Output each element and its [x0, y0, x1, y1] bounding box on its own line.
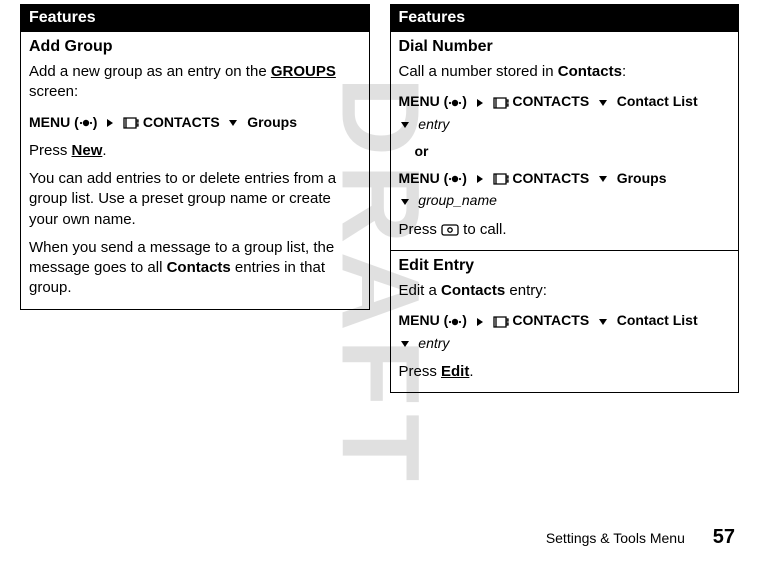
add-group-intro-suffix: screen: — [29, 83, 78, 100]
press-prefix: Press — [399, 363, 442, 380]
edit-entry-section: Edit Entry Edit a Contacts entry: MENU (… — [391, 250, 739, 392]
contacts-label: CONTACTS — [512, 93, 589, 109]
footer-section: Settings & Tools Menu — [546, 530, 685, 546]
edit-menu-path: MENU () CONTACTS Contact List entry — [399, 309, 731, 354]
arrow-down-icon — [599, 100, 607, 106]
arrow-down-icon — [401, 199, 409, 205]
arrow-right-icon — [477, 99, 483, 107]
contacts-book-icon — [493, 96, 509, 110]
dial-number-section: Dial Number Call a number stored in Cont… — [391, 31, 739, 250]
entry-label: entry — [418, 116, 449, 132]
dial-number-intro: Call a number stored in Contacts: — [399, 62, 731, 82]
left-feature-box: Features Add Group Add a new group as an… — [20, 4, 370, 310]
content-columns: Features Add Group Add a new group as an… — [0, 0, 759, 393]
edit-entry-title: Edit Entry — [399, 257, 731, 275]
add-group-press: Press New. — [29, 141, 361, 161]
contacts-book-icon — [493, 315, 509, 329]
arrow-down-icon — [401, 122, 409, 128]
contacts-label: CONTACTS — [143, 114, 220, 130]
press-suffix: to call. — [459, 221, 507, 238]
edit-intro-bold: Contacts — [441, 282, 505, 299]
add-group-intro-prefix: Add a new group as an entry on the — [29, 63, 271, 80]
press-prefix: Press — [29, 142, 72, 159]
arrow-down-icon — [229, 120, 237, 126]
right-column: Features Dial Number Call a number store… — [390, 4, 740, 393]
contact-list-label: Contact List — [617, 312, 698, 328]
menu-label: MENU — [399, 93, 440, 109]
center-key-icon — [79, 116, 93, 130]
dial-menu-path-2: MENU () CONTACTS Groups group_name — [399, 167, 731, 212]
body2-bold: Contacts — [167, 259, 231, 276]
arrow-right-icon — [477, 318, 483, 326]
menu-label: MENU — [399, 170, 440, 186]
edit-press-line: Press Edit. — [399, 362, 731, 382]
contact-list-label: Contact List — [617, 93, 698, 109]
add-group-title: Add Group — [29, 38, 361, 56]
entry-label: entry — [418, 335, 449, 351]
menu-label: MENU — [29, 114, 70, 130]
contacts-label: CONTACTS — [512, 312, 589, 328]
add-group-body2: When you send a message to a group list,… — [29, 238, 361, 299]
features-header-left: Features — [21, 5, 369, 31]
center-key-icon — [448, 172, 462, 186]
dial-menu-path-1: MENU () CONTACTS Contact List entry — [399, 90, 731, 135]
contacts-label: CONTACTS — [512, 170, 589, 186]
groups-label: Groups — [617, 170, 667, 186]
or-label: or — [399, 143, 731, 159]
footer-page-number: 57 — [713, 526, 735, 548]
press-suffix: . — [102, 142, 106, 159]
page-footer: Settings & Tools Menu 57 — [546, 526, 735, 549]
features-header-right: Features — [391, 5, 739, 31]
arrow-down-icon — [599, 319, 607, 325]
press-suffix: . — [469, 363, 473, 380]
add-group-intro: Add a new group as an entry on the GROUP… — [29, 62, 361, 103]
dial-intro-suffix: : — [622, 63, 626, 80]
menu-label: MENU — [399, 312, 440, 328]
edit-intro-suffix: entry: — [505, 282, 547, 299]
left-column: Features Add Group Add a new group as an… — [20, 4, 370, 393]
edit-entry-intro: Edit a Contacts entry: — [399, 281, 731, 301]
dial-intro-bold: Contacts — [558, 63, 622, 80]
arrow-down-icon — [401, 341, 409, 347]
right-feature-box: Features Dial Number Call a number store… — [390, 4, 740, 393]
paren-close: ) — [93, 114, 98, 130]
arrow-right-icon — [477, 175, 483, 183]
add-group-menu-path: MENU () CONTACTS Groups — [29, 111, 361, 133]
arrow-right-icon — [107, 119, 113, 127]
add-group-section: Add Group Add a new group as an entry on… — [21, 31, 369, 309]
dial-press-line: Press to call. — [399, 220, 731, 240]
center-key-icon — [448, 96, 462, 110]
dial-intro-prefix: Call a number stored in — [399, 63, 558, 80]
groups-label: Groups — [247, 114, 297, 130]
arrow-down-icon — [599, 176, 607, 182]
group-name-label: group_name — [418, 192, 497, 208]
press-edit: Edit — [441, 363, 469, 380]
contacts-book-icon — [493, 172, 509, 186]
press-prefix: Press — [399, 221, 442, 238]
add-group-body1: You can add entries to or delete entries… — [29, 169, 361, 230]
contacts-book-icon — [123, 116, 139, 130]
edit-intro-prefix: Edit a — [399, 282, 442, 299]
send-key-icon — [441, 223, 459, 237]
dial-number-title: Dial Number — [399, 38, 731, 56]
center-key-icon — [448, 315, 462, 329]
press-new: New — [72, 142, 103, 159]
add-group-intro-underline: GROUPS — [271, 63, 336, 80]
